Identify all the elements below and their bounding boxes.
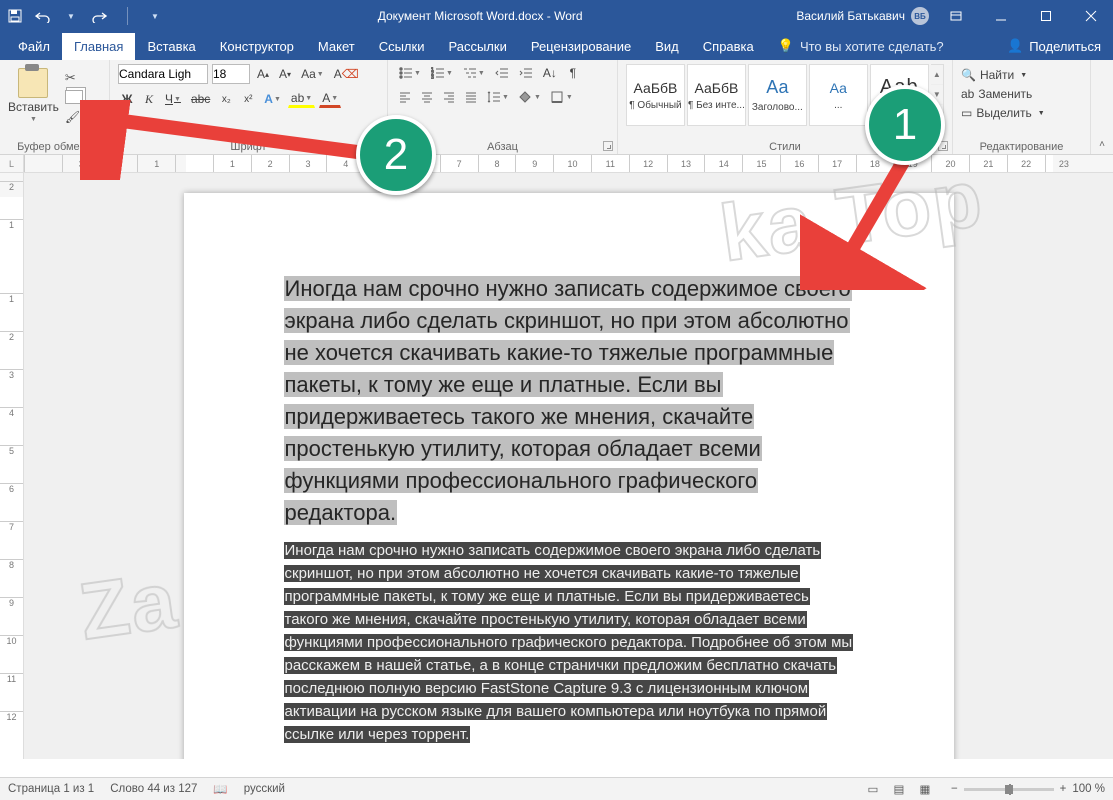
replace-icon: ab bbox=[961, 87, 974, 101]
borders-button[interactable]: ▼ bbox=[548, 88, 576, 106]
user-avatar: ВБ bbox=[911, 7, 929, 25]
selected-text-1[interactable]: Иногда нам срочно нужно записать содержи… bbox=[284, 276, 852, 525]
ruler-corner[interactable]: L bbox=[0, 155, 24, 172]
multilevel-list-button[interactable]: ▼ bbox=[460, 64, 488, 82]
view-read-icon[interactable]: ▭ bbox=[863, 781, 883, 797]
tell-me-label: Что вы хотите сделать? bbox=[800, 39, 944, 54]
status-page[interactable]: Страница 1 из 1 bbox=[8, 783, 94, 795]
change-case-button[interactable]: Aa▼ bbox=[298, 65, 327, 83]
share-label: Поделиться bbox=[1029, 39, 1101, 54]
tab-file[interactable]: Файл bbox=[6, 33, 62, 60]
tab-review[interactable]: Рецензирование bbox=[519, 33, 643, 60]
shading-button[interactable]: ▼ bbox=[516, 88, 544, 106]
quick-access-toolbar: ▼ ▼ bbox=[0, 7, 164, 25]
decrease-indent-button[interactable] bbox=[492, 64, 512, 82]
style-heading2[interactable]: Аа... bbox=[809, 64, 868, 126]
paste-label: Вставить bbox=[8, 100, 59, 114]
numbering-button[interactable]: 123▼ bbox=[428, 64, 456, 82]
annotation-arrow-2 bbox=[80, 100, 400, 180]
view-print-icon[interactable]: ▤ bbox=[889, 781, 909, 797]
qat-separator bbox=[118, 7, 136, 25]
zoom-in-button[interactable]: + bbox=[1060, 783, 1067, 795]
style-normal[interactable]: АаБбВ¶ Обычный bbox=[626, 64, 685, 126]
chevron-down-icon: ▼ bbox=[30, 116, 37, 123]
minimize-button[interactable] bbox=[978, 0, 1023, 32]
group-editing: 🔍Найти▼ abЗаменить ▭Выделить▼ Редактиров… bbox=[953, 60, 1091, 154]
align-right-button[interactable] bbox=[440, 88, 458, 106]
group-label: Редактирование bbox=[953, 141, 1090, 153]
line-spacing-button[interactable]: ▼ bbox=[484, 88, 512, 106]
tab-home[interactable]: Главная bbox=[62, 33, 135, 60]
increase-indent-button[interactable] bbox=[516, 64, 536, 82]
tab-design[interactable]: Конструктор bbox=[208, 33, 306, 60]
show-marks-button[interactable]: ¶ bbox=[564, 64, 582, 82]
user-name: Василий Батькавич bbox=[796, 9, 905, 23]
selected-text-2[interactable]: Иногда нам срочно нужно записать содержи… bbox=[284, 542, 854, 743]
vertical-ruler[interactable]: 2 1 1 2 3 4 5 6 7 8 9 10 11 12 bbox=[0, 173, 24, 759]
zoom-slider[interactable] bbox=[964, 788, 1054, 791]
window-controls bbox=[933, 0, 1113, 32]
status-bar: Страница 1 из 1 Слово 44 из 127 📖 русски… bbox=[0, 777, 1113, 800]
select-icon: ▭ bbox=[961, 106, 972, 120]
svg-text:3: 3 bbox=[431, 75, 434, 79]
share-icon: 👤 bbox=[1007, 38, 1023, 54]
tab-view[interactable]: Вид bbox=[643, 33, 691, 60]
undo-icon[interactable] bbox=[34, 7, 52, 25]
replace-button[interactable]: abЗаменить bbox=[961, 87, 1082, 101]
find-icon: 🔍 bbox=[961, 68, 976, 82]
zoom-level[interactable]: 100 % bbox=[1072, 783, 1105, 795]
tab-layout[interactable]: Макет bbox=[306, 33, 367, 60]
font-size-input[interactable] bbox=[212, 64, 250, 84]
zoom-out-button[interactable]: − bbox=[951, 783, 958, 795]
style-heading1[interactable]: АаЗаголово... bbox=[748, 64, 807, 126]
status-language[interactable]: русский bbox=[244, 783, 285, 795]
dialog-launcher-icon[interactable] bbox=[603, 141, 613, 151]
select-button[interactable]: ▭Выделить▼ bbox=[961, 106, 1082, 120]
window-title: Документ Microsoft Word.docx - Word bbox=[164, 9, 796, 23]
bullets-button[interactable]: ▼ bbox=[396, 64, 424, 82]
title-bar: ▼ ▼ Документ Microsoft Word.docx - Word … bbox=[0, 0, 1113, 32]
collapse-ribbon-button[interactable]: ˄ bbox=[1091, 60, 1113, 154]
grow-font-button[interactable]: A▴ bbox=[254, 65, 272, 83]
tab-references[interactable]: Ссылки bbox=[367, 33, 437, 60]
shrink-font-button[interactable]: A▾ bbox=[276, 65, 294, 83]
justify-button[interactable] bbox=[462, 88, 480, 106]
clear-formatting-button[interactable]: A⌫ bbox=[331, 65, 362, 83]
tab-help[interactable]: Справка bbox=[691, 33, 766, 60]
annotation-badge-2: 2 bbox=[356, 115, 436, 195]
user-area[interactable]: Василий Батькавич ВБ bbox=[796, 7, 933, 25]
font-name-input[interactable] bbox=[118, 64, 208, 84]
align-center-button[interactable] bbox=[418, 88, 436, 106]
paste-button[interactable]: Вставить ▼ bbox=[8, 64, 59, 123]
ribbon-options-button[interactable] bbox=[933, 0, 978, 32]
lightbulb-icon: 💡 bbox=[778, 38, 794, 54]
proofing-icon[interactable]: 📖 bbox=[213, 782, 227, 796]
tab-insert[interactable]: Вставка bbox=[135, 33, 207, 60]
zoom-control[interactable]: − + 100 % bbox=[951, 783, 1105, 795]
find-button[interactable]: 🔍Найти▼ bbox=[961, 68, 1082, 82]
view-web-icon[interactable]: ▦ bbox=[915, 781, 935, 797]
tab-mailings[interactable]: Рассылки bbox=[436, 33, 518, 60]
redo-icon[interactable] bbox=[90, 7, 108, 25]
ribbon-tabs: Файл Главная Вставка Конструктор Макет С… bbox=[0, 32, 1113, 60]
annotation-badge-1: 1 bbox=[865, 85, 945, 165]
qat-customize-icon[interactable]: ▼ bbox=[146, 7, 164, 25]
save-icon[interactable] bbox=[6, 7, 24, 25]
close-button[interactable] bbox=[1068, 0, 1113, 32]
sort-button[interactable]: A↓ bbox=[540, 64, 560, 82]
style-nospacing[interactable]: АаБбВ¶ Без инте... bbox=[687, 64, 746, 126]
share-button[interactable]: 👤 Поделиться bbox=[995, 32, 1113, 60]
undo-dropdown-icon[interactable]: ▼ bbox=[62, 7, 80, 25]
tell-me-search[interactable]: 💡 Что вы хотите сделать? bbox=[766, 32, 956, 60]
status-words[interactable]: Слово 44 из 127 bbox=[110, 783, 197, 795]
paste-icon bbox=[18, 68, 48, 98]
maximize-button[interactable] bbox=[1023, 0, 1068, 32]
cut-button[interactable] bbox=[65, 70, 83, 84]
